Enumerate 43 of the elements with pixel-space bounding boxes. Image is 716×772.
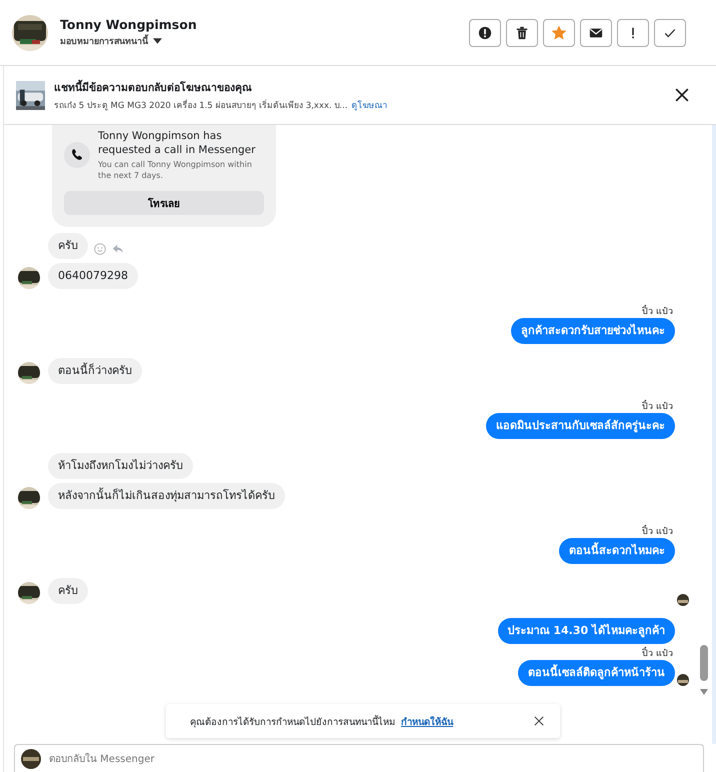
call-now-button[interactable]: โทรเลย — [64, 191, 264, 215]
assign-prompt-text: คุณต้องการได้รับการกำหนดไปยังการสนทนานี้ไหม — [190, 714, 395, 728]
contact-name: Tonny Wongpimson — [60, 17, 197, 32]
trash-icon — [515, 26, 529, 40]
close-button[interactable] — [675, 88, 689, 102]
ad-title: แชทนี้มีข้อความตอบกลับต่อโฆษณาของคุณ — [54, 78, 253, 96]
sender-name: ปิ๋ว แป๋ว — [642, 306, 673, 318]
down-arrow-icon[interactable] — [700, 689, 708, 695]
caret-icon — [153, 38, 162, 44]
call-request-title: Tonny Wongpimson has requested a call in Messenger — [98, 129, 256, 157]
message-bubble: หลังจากนั้นก็ไม่เกินสองทุ่มสามารถโทรได้ครับ — [48, 483, 285, 509]
assign-dropdown[interactable]: มอบหมายการสนทนานี้ — [60, 34, 197, 48]
reply-icon[interactable] — [112, 243, 124, 255]
envelope-icon — [589, 26, 603, 40]
message-bubble: ห้าโมงถึงหกโมงไม่ว่างครับ — [48, 453, 193, 479]
sender-name: ปิ๋ว แป๋ว — [642, 401, 673, 413]
message-bubble: ลูกค้าสะดวกรับสายช่วงไหนคะ — [511, 318, 675, 344]
close-button[interactable] — [534, 716, 544, 726]
view-ad-link[interactable]: ดูโฆษณา — [352, 98, 388, 112]
call-request-note: You can call Tonny Wongpimson within the next 7 days. — [98, 159, 253, 181]
phone-icon — [64, 142, 90, 168]
sender-name: ปิ๋ว แป๋ว — [642, 526, 673, 538]
message-bubble: ตอนนี้เซลล์ติดลูกค้าหน้าร้าน — [518, 660, 675, 686]
alert-icon — [478, 26, 492, 40]
delete-button[interactable] — [506, 18, 538, 46]
flag-button[interactable] — [617, 18, 649, 46]
alert-button[interactable] — [469, 18, 501, 46]
mail-button[interactable] — [580, 18, 612, 46]
message-bubble: แอดมินประสานกับเซลล์สักครู่นะคะ — [486, 413, 675, 439]
message-bubble: ครับ — [48, 233, 88, 259]
reply-field[interactable]: ตอบกลับใน Messenger — [14, 744, 704, 772]
done-button[interactable] — [654, 18, 686, 46]
message-bubble: 0640079298 — [48, 263, 138, 289]
assign-to-me-link[interactable]: กำหนดให้ฉัน — [401, 714, 453, 728]
message-bubble: ตอนนี้ก็ว่างครับ — [48, 358, 142, 384]
smiley-icon[interactable] — [94, 243, 106, 255]
message-bubble: ตอนนี้สะดวกไหมคะ — [559, 538, 675, 564]
sender-name: ปิ๋ว แป๋ว — [642, 648, 673, 660]
ad-description: รถเก๋ง 5 ประตู MG MG3 2020 เครื่อง 1.5 ผ่อนสบายๆ เริ่มต้นเพียง 3,xxx. บ... — [54, 98, 348, 112]
star-button[interactable] — [543, 18, 575, 46]
message-bubble: ประมาณ 14.30 ได้ไหมคะลูกค้า — [498, 618, 675, 644]
message-bubble: ครับ — [48, 578, 88, 604]
reply-input[interactable]: ตอบกลับใน Messenger — [49, 749, 697, 769]
